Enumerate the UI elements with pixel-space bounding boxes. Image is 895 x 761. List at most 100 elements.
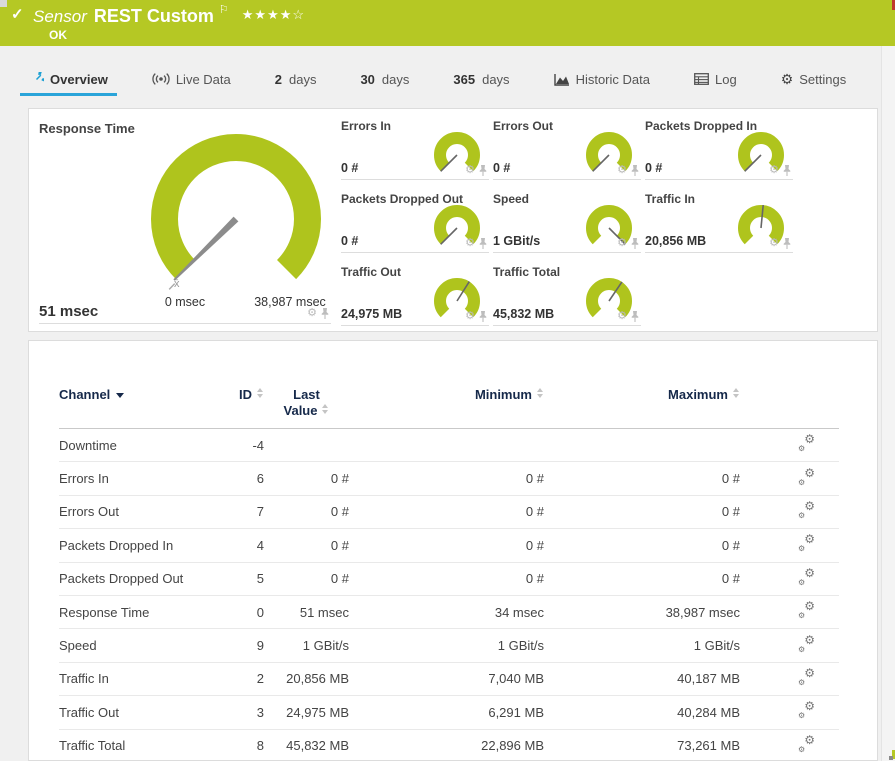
table-row: Packets Dropped Out 5 0 # 0 # 0 # ⚙⚙ xyxy=(59,563,839,596)
cell-last-value: 24,975 MB xyxy=(264,705,349,720)
gauge-card[interactable]: Errors In 0 # ⚙ xyxy=(341,119,489,180)
gauge-card[interactable]: Speed 1 GBit/s ⚙ xyxy=(493,192,641,253)
scrollbar-track[interactable] xyxy=(881,46,895,761)
cell-minimum: 7,040 MB xyxy=(349,671,544,686)
sort-icon xyxy=(322,404,329,414)
priority-stars[interactable]: ★★★★☆ xyxy=(242,7,305,22)
sort-caret-icon xyxy=(116,393,124,398)
channel-settings-icon[interactable]: ⚙⚙ xyxy=(798,570,815,585)
flag-icon[interactable]: ⚐ xyxy=(219,4,229,16)
table-row: Errors Out 7 0 # 0 # 0 # ⚙⚙ xyxy=(59,496,839,529)
pin-icon[interactable] xyxy=(479,311,487,322)
small-gauge-grid: Errors In 0 # ⚙ Errors Out 0 # ⚙ Packets… xyxy=(341,119,793,326)
sensor-header: ✓ SensorREST Custom⚐★★★★☆ OK xyxy=(0,0,895,46)
channel-settings-icon[interactable]: ⚙⚙ xyxy=(798,503,815,518)
gauge-label: Traffic Out xyxy=(341,265,401,279)
cell-channel: Errors Out xyxy=(59,504,209,519)
gear-icon[interactable]: ⚙ xyxy=(465,311,475,322)
pin-icon[interactable] xyxy=(631,311,639,322)
table-body: Downtime -4 ⚙⚙ Errors In 6 0 # 0 # 0 # ⚙… xyxy=(59,429,839,761)
gear-icon[interactable]: ⚙ xyxy=(465,165,475,176)
cell-minimum: 0 # xyxy=(349,504,544,519)
cell-id: 2 xyxy=(209,671,264,686)
cell-last-value: 0 # xyxy=(264,538,349,553)
gauge-value: 24,975 MB xyxy=(341,307,402,321)
pin-icon[interactable] xyxy=(479,238,487,249)
gauge-card[interactable]: Packets Dropped In 0 # ⚙ xyxy=(645,119,793,180)
cell-maximum: 40,284 MB xyxy=(544,705,740,720)
table-row: Traffic Out 3 24,975 MB 6,291 MB 40,284 … xyxy=(59,696,839,729)
cell-minimum: 0 # xyxy=(349,571,544,586)
gauge-card[interactable]: Errors Out 0 # ⚙ xyxy=(493,119,641,180)
pin-icon[interactable] xyxy=(783,238,791,249)
tab-overview[interactable]: Overview xyxy=(20,62,117,96)
gear-icon[interactable]: ⚙ xyxy=(769,165,779,176)
pin-icon[interactable] xyxy=(479,165,487,176)
cell-minimum: 34 msec xyxy=(349,605,544,620)
sort-icon xyxy=(733,388,740,398)
pin-icon[interactable] xyxy=(321,308,329,319)
gauge-card[interactable]: Packets Dropped Out 0 # ⚙ xyxy=(341,192,489,253)
column-header-channel[interactable]: Channel xyxy=(59,387,209,403)
column-header-minimum[interactable]: Minimum xyxy=(349,387,544,403)
cell-id: 8 xyxy=(209,738,264,753)
column-header-id[interactable]: ID xyxy=(209,387,264,403)
channel-settings-icon[interactable]: ⚙⚙ xyxy=(798,436,815,451)
tab-2-days[interactable]: 2 days xyxy=(266,62,326,96)
gear-icon[interactable]: ⚙ xyxy=(769,238,779,249)
tab-historic-data[interactable]: Historic Data xyxy=(545,62,659,96)
channel-settings-icon[interactable]: ⚙⚙ xyxy=(798,703,815,718)
pin-icon[interactable] xyxy=(631,238,639,249)
table-row: Downtime -4 ⚙⚙ xyxy=(59,429,839,462)
tab-log[interactable]: Log xyxy=(685,62,746,96)
title-prefix: Sensor xyxy=(33,7,87,26)
gauge-value: 0 # xyxy=(341,161,358,175)
pin-icon[interactable] xyxy=(783,165,791,176)
cell-maximum: 0 # xyxy=(544,504,740,519)
cell-last-value: 1 GBit/s xyxy=(264,638,349,653)
cell-last-value: 45,832 MB xyxy=(264,738,349,753)
channel-settings-icon[interactable]: ⚙⚙ xyxy=(798,470,815,485)
resize-handle xyxy=(889,756,893,760)
channel-settings-icon[interactable]: ⚙⚙ xyxy=(798,737,815,752)
gear-icon[interactable]: ⚙ xyxy=(307,308,317,319)
column-header-last-value[interactable]: Last Value xyxy=(264,387,349,419)
channel-settings-icon[interactable]: ⚙⚙ xyxy=(798,536,815,551)
cell-last-value: 20,856 MB xyxy=(264,671,349,686)
ok-check-icon: ✓ xyxy=(11,5,24,23)
gear-icon[interactable]: ⚙ xyxy=(617,165,627,176)
cell-maximum: 40,187 MB xyxy=(544,671,740,686)
gear-icon[interactable]: ⚙ xyxy=(617,238,627,249)
response-time-gauge: x̄ xyxy=(141,123,341,303)
pin-icon[interactable] xyxy=(631,165,639,176)
gauge-card[interactable]: Traffic Out 24,975 MB ⚙ xyxy=(341,265,489,326)
tab-live-data[interactable]: Live Data xyxy=(143,62,240,96)
gauge-label: Errors In xyxy=(341,119,391,133)
gear-icon[interactable]: ⚙ xyxy=(617,311,627,322)
svg-text:x̄: x̄ xyxy=(174,278,180,290)
cell-channel: Response Time xyxy=(59,605,209,620)
cell-maximum: 0 # xyxy=(544,471,740,486)
table-row: Response Time 0 51 msec 34 msec 38,987 m… xyxy=(59,596,839,629)
gear-icon[interactable]: ⚙ xyxy=(465,238,475,249)
table-row: Errors In 6 0 # 0 # 0 # ⚙⚙ xyxy=(59,462,839,495)
table-row: Traffic Total 8 45,832 MB 22,896 MB 73,2… xyxy=(59,730,839,761)
gauge-card[interactable]: Traffic Total 45,832 MB ⚙ xyxy=(493,265,641,326)
table-row: Traffic In 2 20,856 MB 7,040 MB 40,187 M… xyxy=(59,663,839,696)
tab-settings[interactable]: ⚙ Settings xyxy=(772,62,856,96)
column-header-maximum[interactable]: Maximum xyxy=(544,387,740,403)
primary-gauge-value: 51 msec xyxy=(39,303,98,320)
channel-settings-icon[interactable]: ⚙⚙ xyxy=(798,670,815,685)
primary-gauge-card[interactable]: Response Time x̄ 0 msec 38,987 msec 51 m… xyxy=(39,119,331,324)
gauge-value: 0 # xyxy=(341,234,358,248)
gauge-label: Traffic Total xyxy=(493,265,560,279)
gauge-value: 20,856 MB xyxy=(645,234,706,248)
gauge-max-label: 38,987 msec xyxy=(237,295,343,309)
tab-30-days[interactable]: 30 days xyxy=(351,62,418,96)
channel-settings-icon[interactable]: ⚙⚙ xyxy=(798,637,815,652)
tab-365-days[interactable]: 365 days xyxy=(444,62,518,96)
gauge-card[interactable]: Traffic In 20,856 MB ⚙ xyxy=(645,192,793,253)
cell-id: 4 xyxy=(209,538,264,553)
channel-settings-icon[interactable]: ⚙⚙ xyxy=(798,603,815,618)
sort-icon xyxy=(257,388,264,398)
